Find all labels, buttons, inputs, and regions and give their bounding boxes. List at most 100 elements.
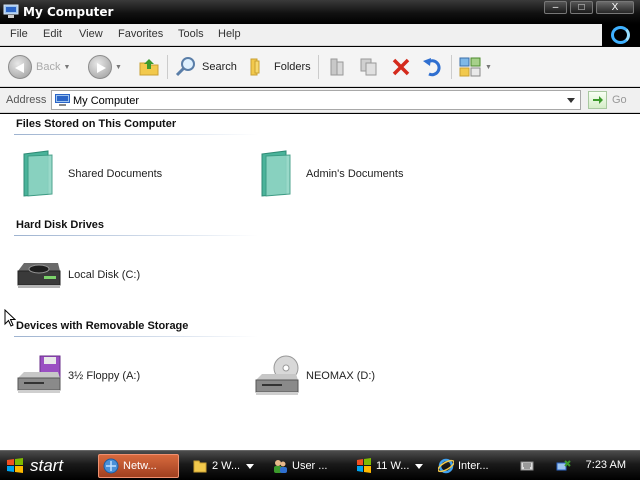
task-label: User ... — [292, 460, 328, 472]
menu-favorites[interactable]: Favorites — [118, 28, 163, 40]
keyboard-icon[interactable] — [520, 460, 534, 472]
address-dropdown-icon[interactable] — [562, 91, 580, 109]
folders-icon — [250, 58, 260, 76]
menu-tools[interactable]: Tools — [178, 28, 204, 40]
task-label: Netw... — [123, 460, 157, 472]
folders-button[interactable]: Folders — [246, 52, 311, 82]
task-label: 11 W... — [376, 460, 410, 472]
group-header-removable: Devices with Removable Storage — [16, 320, 189, 332]
my-computer-icon — [3, 4, 19, 18]
hard-disk-icon — [14, 251, 62, 299]
undo-icon — [423, 58, 441, 77]
copy-to-icon — [360, 58, 377, 76]
forward-button[interactable]: ▼ — [88, 52, 122, 82]
forward-icon — [88, 55, 112, 79]
task-dropdown-icon — [415, 463, 424, 469]
go-label[interactable]: Go — [612, 94, 627, 106]
title-bar: My Computer – □ X — [0, 0, 640, 24]
go-button[interactable] — [588, 91, 607, 109]
undo-button[interactable] — [421, 52, 445, 82]
menu-help[interactable]: Help — [218, 28, 241, 40]
go-arrow-icon — [592, 96, 603, 104]
logo-ring-icon — [611, 26, 630, 44]
move-to-icon — [330, 58, 344, 76]
item-label: Admin's Documents — [306, 168, 404, 180]
menu-edit[interactable]: Edit — [43, 28, 62, 40]
toolbar-separator — [451, 55, 452, 79]
forward-dropdown-icon[interactable]: ▼ — [115, 64, 122, 71]
group-divider — [14, 336, 258, 337]
folder-icon — [193, 460, 207, 473]
task-windows-group[interactable]: 11 W... — [352, 454, 430, 478]
my-computer-icon — [55, 94, 70, 106]
file-view: Files Stored on This Computer Shared Doc… — [0, 114, 640, 450]
menu-bar: File Edit View Favorites Tools Help — [0, 24, 640, 46]
clock[interactable]: 7:23 AM — [586, 459, 626, 471]
maximize-button[interactable]: □ — [570, 1, 593, 14]
item-label: Shared Documents — [68, 168, 163, 180]
search-label: Search — [202, 61, 237, 73]
task-explorer-group[interactable]: 2 W... — [188, 454, 264, 478]
toolbar-separator — [318, 55, 319, 79]
views-icon — [459, 57, 481, 77]
task-network[interactable]: Netw... — [98, 454, 179, 478]
back-button[interactable]: Back ▼ — [8, 52, 70, 82]
task-label: 2 W... — [212, 460, 241, 472]
minimize-button[interactable]: – — [544, 1, 567, 14]
toolbar: Back ▼ ▼ Search Folders ▼ — [0, 47, 640, 87]
cd-drive-item[interactable]: NEOMAX (D:) — [252, 351, 375, 401]
views-button[interactable]: ▼ — [458, 52, 492, 82]
back-label: Back — [36, 61, 61, 73]
toolbar-separator — [167, 55, 168, 79]
windows-icon — [357, 458, 371, 473]
mouse-cursor-icon — [4, 309, 16, 327]
task-label: Inter... — [458, 460, 489, 472]
views-dropdown-icon[interactable]: ▼ — [485, 64, 492, 71]
copy-to-button[interactable] — [357, 52, 381, 82]
address-value: My Computer — [73, 95, 140, 107]
address-label: Address — [6, 94, 47, 106]
network-icon — [103, 458, 119, 474]
up-button[interactable] — [137, 52, 161, 82]
floppy-drive-item[interactable]: 3½ Floppy (A:) — [14, 351, 140, 401]
start-button[interactable]: start — [0, 451, 88, 480]
menu-view[interactable]: View — [79, 28, 103, 40]
windows-logo — [602, 24, 640, 46]
users-icon — [274, 460, 287, 473]
group-header-files: Files Stored on This Computer — [16, 118, 177, 130]
up-folder-icon — [139, 59, 159, 76]
item-label: 3½ Floppy (A:) — [68, 370, 141, 382]
folder-icon — [14, 150, 62, 198]
delete-icon — [392, 58, 410, 76]
floppy-drive-icon — [14, 352, 62, 400]
group-divider — [14, 134, 258, 135]
window-title: My Computer — [23, 5, 114, 19]
shared-documents-item[interactable]: Shared Documents — [14, 149, 162, 199]
folder-icon — [252, 150, 300, 198]
menu-file[interactable]: File — [10, 28, 28, 40]
search-button[interactable]: Search — [174, 52, 237, 82]
back-dropdown-icon[interactable]: ▼ — [63, 64, 70, 71]
address-input[interactable]: My Computer — [51, 90, 581, 110]
address-bar: Address My Computer Go — [0, 88, 640, 113]
back-icon — [8, 55, 32, 79]
network-status-icon[interactable] — [556, 459, 572, 473]
group-divider — [14, 235, 258, 236]
folders-label: Folders — [274, 61, 311, 73]
taskbar: start Netw... 2 W... User ... 11 W... In… — [0, 450, 640, 480]
start-label: start — [30, 455, 64, 475]
delete-button[interactable] — [389, 52, 413, 82]
group-header-hard-disks: Hard Disk Drives — [16, 219, 105, 231]
admins-documents-item[interactable]: Admin's Documents — [252, 149, 403, 199]
close-button[interactable]: X — [596, 1, 634, 14]
cd-drive-icon — [252, 352, 300, 400]
task-dropdown-icon — [246, 463, 255, 469]
internet-explorer-icon — [438, 458, 454, 474]
item-label: NEOMAX (D:) — [306, 370, 376, 382]
local-disk-item[interactable]: Local Disk (C:) — [14, 250, 140, 300]
task-internet-explorer[interactable]: Inter... — [434, 454, 510, 478]
move-to-button[interactable] — [325, 52, 349, 82]
search-icon — [175, 57, 195, 77]
task-user-accounts[interactable]: User ... — [268, 454, 340, 478]
windows-flag-icon — [7, 457, 23, 473]
